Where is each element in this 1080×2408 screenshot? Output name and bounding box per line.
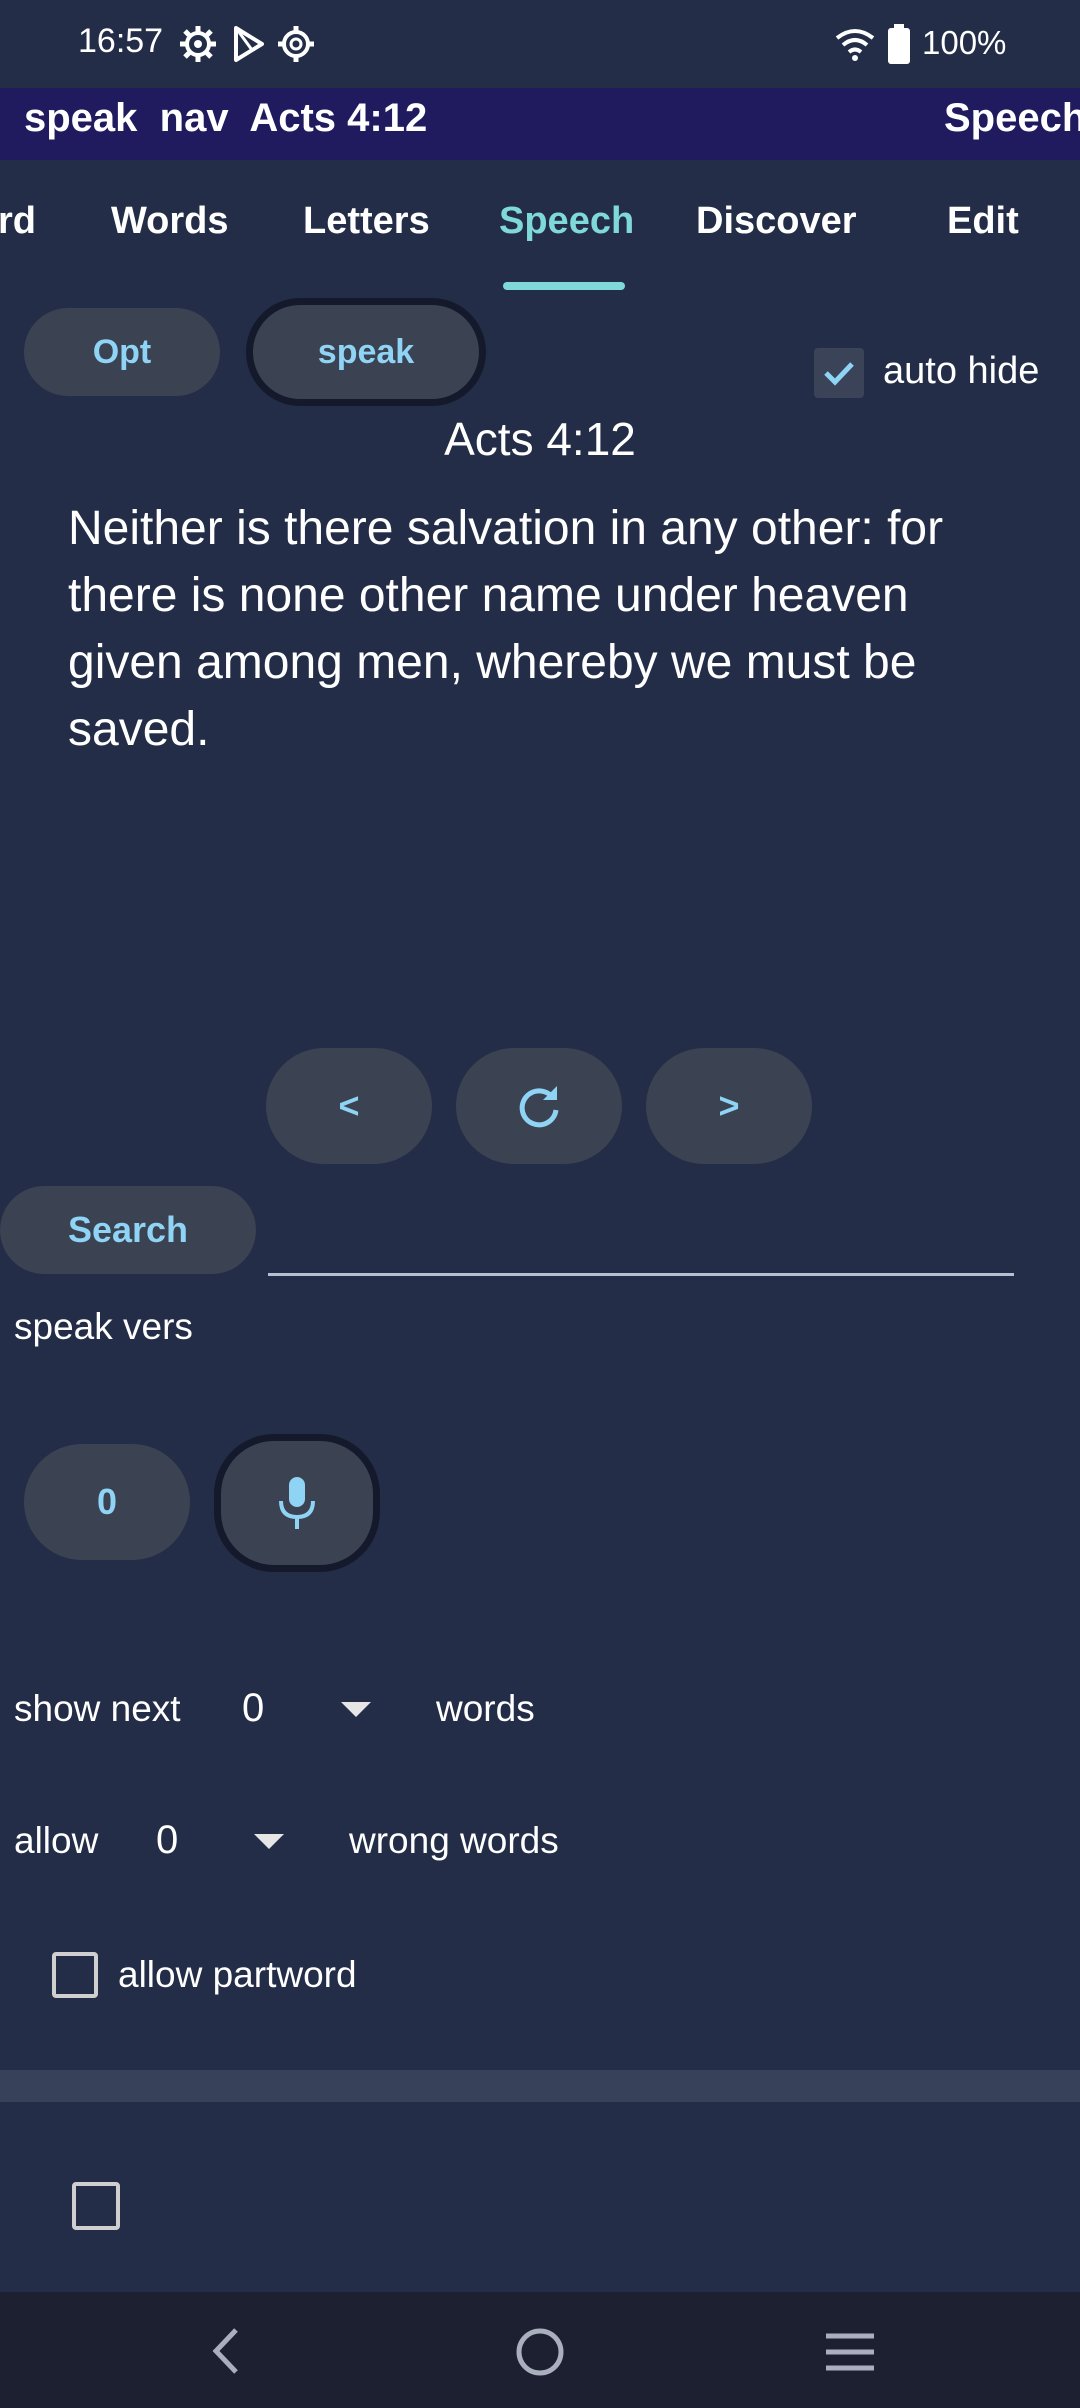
next-verse-button[interactable]: >: [646, 1048, 812, 1164]
auto-hide-checkbox[interactable]: [814, 348, 864, 398]
counter-button[interactable]: 0: [24, 1444, 190, 1560]
auto-hide-label: auto hide: [883, 350, 1040, 392]
tab-discover[interactable]: Discover: [696, 200, 857, 243]
show-next-value: 0: [242, 1686, 265, 1730]
checkmark-icon: [824, 362, 854, 386]
tab-edit[interactable]: Edit: [947, 200, 1019, 243]
search-input[interactable]: [268, 1200, 1014, 1270]
tab-record[interactable]: rd: [0, 200, 36, 243]
settings-cog-icon: [278, 26, 314, 62]
refresh-icon: [519, 1086, 559, 1128]
opt-button[interactable]: Opt: [24, 308, 220, 396]
battery-percentage: 100%: [922, 24, 1007, 61]
title-bar-mode: Speech: [944, 96, 1080, 140]
section-divider: [0, 2070, 1080, 2102]
microphone-button[interactable]: [214, 1434, 380, 1572]
allow-partword-checkbox[interactable]: [52, 1952, 98, 1998]
verse-reference: Acts 4:12: [444, 413, 636, 465]
status-time: 16:57: [78, 22, 164, 60]
show-next-label: show next: [14, 1688, 181, 1729]
tab-letters[interactable]: Letters: [303, 200, 430, 243]
allow-suffix: wrong words: [349, 1820, 559, 1861]
wifi-icon: [835, 29, 875, 61]
show-next-dropdown[interactable]: 0: [236, 1682, 386, 1738]
allow-value: 0: [156, 1818, 179, 1862]
tab-words[interactable]: Words: [111, 200, 229, 243]
back-icon[interactable]: [206, 2326, 246, 2376]
search-button[interactable]: Search: [0, 1186, 256, 1274]
title-bar-title: speak nav Acts 4:12: [24, 96, 428, 140]
microphone-icon: [279, 1477, 315, 1529]
search-input-underline: [268, 1273, 1014, 1276]
play-store-icon: [234, 26, 264, 62]
allow-dropdown[interactable]: 0: [150, 1814, 300, 1870]
home-icon[interactable]: [514, 2326, 566, 2378]
dropdown-arrow-icon: [341, 1702, 371, 1717]
tab-indicator: [503, 282, 625, 290]
allow-label: allow: [14, 1820, 99, 1861]
verse-text: Neither is there salvation in any other:…: [68, 502, 944, 756]
menu-icon[interactable]: [824, 2330, 876, 2374]
battery-icon: [888, 24, 910, 64]
allow-partword-label: allow partword: [118, 1954, 357, 1995]
tab-speech[interactable]: Speech: [499, 200, 634, 243]
bottom-checkbox[interactable]: [72, 2182, 120, 2230]
prev-verse-button[interactable]: <: [266, 1048, 432, 1164]
speak-button[interactable]: speak: [246, 298, 486, 406]
speak-vers-label: speak vers: [14, 1306, 193, 1347]
refresh-button[interactable]: [456, 1048, 622, 1164]
dropdown-arrow-icon: [254, 1834, 284, 1849]
settings-gear-icon: [180, 26, 216, 62]
show-next-suffix: words: [436, 1688, 535, 1729]
